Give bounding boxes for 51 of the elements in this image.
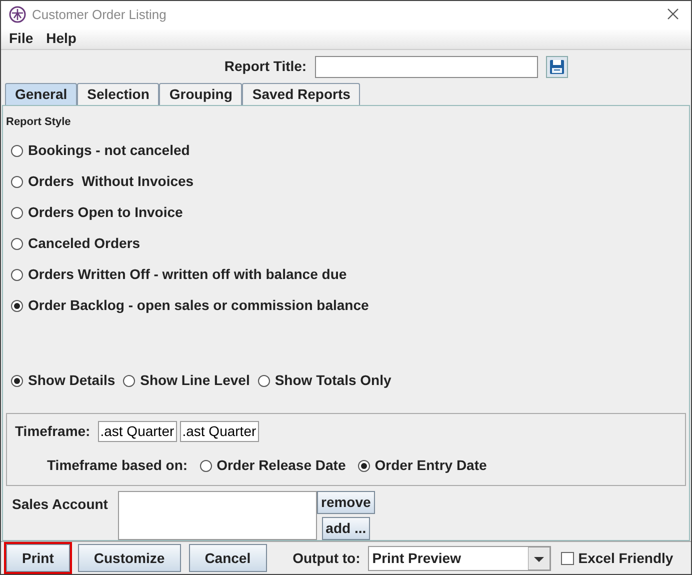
radio-button[interactable] — [11, 176, 23, 188]
radio-option[interactable]: Orders Without Invoices — [11, 171, 194, 192]
save-button[interactable] — [546, 56, 568, 78]
timeframe-from-field[interactable]: .ast Quarter — [98, 421, 178, 442]
close-icon[interactable] — [667, 8, 679, 20]
app-logo-icon — [9, 6, 26, 23]
tab[interactable]: General — [5, 82, 78, 105]
report-title-field[interactable] — [314, 56, 538, 78]
radio-button[interactable] — [123, 374, 136, 387]
radio-button[interactable] — [11, 268, 23, 281]
sales-account-list[interactable] — [118, 491, 317, 540]
radio-option[interactable]: Show Details — [11, 370, 116, 392]
radio-option[interactable]: Order Release Date — [200, 455, 346, 476]
output-dropdown[interactable]: Print Preview — [368, 546, 552, 571]
radio-button[interactable] — [200, 460, 212, 472]
radio-button[interactable] — [11, 144, 23, 157]
menu-item[interactable]: File — [9, 28, 34, 49]
timeframe-based-on-label: Timeframe based on: — [47, 456, 188, 476]
radio-button[interactable] — [11, 206, 23, 219]
radio-button[interactable] — [11, 238, 23, 250]
footer-button[interactable]: Print — [6, 544, 70, 572]
list-action-button[interactable]: add ... — [322, 517, 370, 540]
window-title: Customer Order Listing — [32, 6, 166, 24]
radio-option[interactable]: Orders Written Off - written off with balance due — [11, 264, 347, 286]
radio-option[interactable]: Bookings - not canceled — [11, 140, 190, 162]
radio-option[interactable]: Show Totals Only — [258, 370, 392, 392]
timeframe-to-field[interactable]: .ast Quarter — [180, 421, 260, 442]
radio-button[interactable] — [11, 374, 23, 387]
radio-option[interactable]: Canceled Orders — [11, 233, 140, 254]
sales-account-label: Sales Account — [12, 495, 109, 514]
radio-button[interactable] — [11, 300, 23, 312]
tab[interactable]: Selection — [77, 82, 160, 105]
radio-button[interactable] — [358, 460, 370, 472]
radio-option[interactable]: Order Backlog - open sales or commission balance — [11, 295, 369, 316]
tab[interactable]: Grouping — [159, 82, 242, 105]
excel-friendly-checkbox[interactable]: Excel Friendly — [561, 548, 674, 569]
list-action-button[interactable]: remove — [317, 491, 375, 514]
output-label: Output to: — [292, 548, 360, 568]
section-heading: Report Style — [6, 114, 72, 130]
report-title-label: Report Title: — [224, 57, 307, 76]
timeframe-label: Timeframe: — [15, 422, 90, 442]
radio-option[interactable]: Orders Open to Invoice — [11, 202, 183, 224]
footer-button[interactable]: Cancel — [188, 544, 267, 572]
radio-option[interactable]: Show Line Level — [123, 370, 250, 392]
caret-icon — [528, 546, 550, 570]
radio-option[interactable]: Order Entry Date — [358, 455, 487, 476]
menu-item[interactable]: Help — [46, 28, 76, 49]
radio-button[interactable] — [258, 374, 270, 387]
output-value: Print Preview — [371, 548, 462, 568]
tab[interactable]: Saved Reports — [242, 82, 360, 105]
footer-button[interactable]: Customize — [78, 544, 181, 572]
